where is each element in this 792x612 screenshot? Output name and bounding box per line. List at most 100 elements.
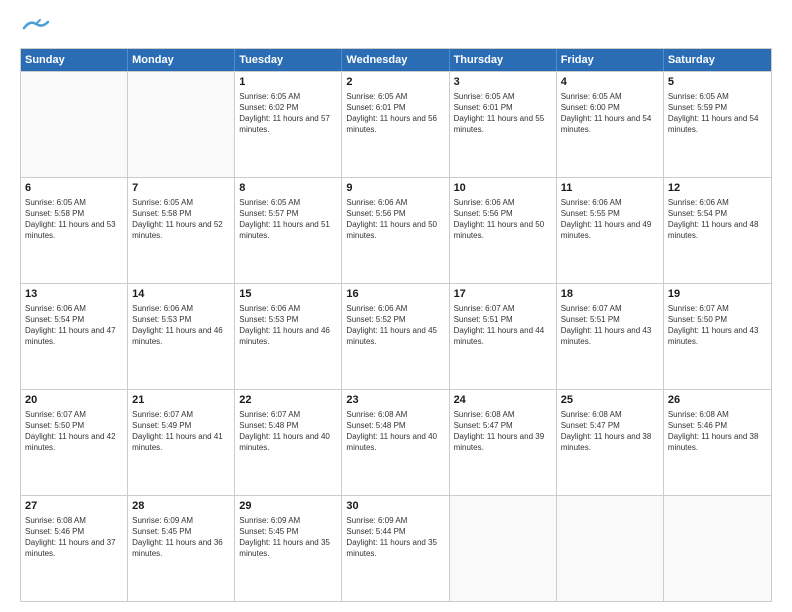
calendar-day-8: 8Sunrise: 6:05 AM Sunset: 5:57 PM Daylig… bbox=[235, 178, 342, 283]
day-info: Sunrise: 6:06 AM Sunset: 5:54 PM Dayligh… bbox=[668, 197, 767, 242]
calendar-day-13: 13Sunrise: 6:06 AM Sunset: 5:54 PM Dayli… bbox=[21, 284, 128, 389]
calendar-day-26: 26Sunrise: 6:08 AM Sunset: 5:46 PM Dayli… bbox=[664, 390, 771, 495]
calendar-day-30: 30Sunrise: 6:09 AM Sunset: 5:44 PM Dayli… bbox=[342, 496, 449, 601]
logo bbox=[20, 18, 50, 36]
day-info: Sunrise: 6:06 AM Sunset: 5:56 PM Dayligh… bbox=[346, 197, 444, 242]
calendar-week-2: 6Sunrise: 6:05 AM Sunset: 5:58 PM Daylig… bbox=[21, 177, 771, 283]
calendar-header-monday: Monday bbox=[128, 49, 235, 71]
day-info: Sunrise: 6:06 AM Sunset: 5:56 PM Dayligh… bbox=[454, 197, 552, 242]
page: SundayMondayTuesdayWednesdayThursdayFrid… bbox=[0, 0, 792, 612]
calendar-day-22: 22Sunrise: 6:07 AM Sunset: 5:48 PM Dayli… bbox=[235, 390, 342, 495]
day-info: Sunrise: 6:06 AM Sunset: 5:52 PM Dayligh… bbox=[346, 303, 444, 348]
calendar-day-23: 23Sunrise: 6:08 AM Sunset: 5:48 PM Dayli… bbox=[342, 390, 449, 495]
day-info: Sunrise: 6:08 AM Sunset: 5:46 PM Dayligh… bbox=[25, 515, 123, 560]
day-number: 14 bbox=[132, 287, 230, 302]
day-info: Sunrise: 6:05 AM Sunset: 6:00 PM Dayligh… bbox=[561, 91, 659, 136]
logo-bird-icon bbox=[22, 18, 50, 36]
day-info: Sunrise: 6:08 AM Sunset: 5:47 PM Dayligh… bbox=[561, 409, 659, 454]
day-number: 4 bbox=[561, 75, 659, 90]
day-info: Sunrise: 6:09 AM Sunset: 5:44 PM Dayligh… bbox=[346, 515, 444, 560]
calendar-week-1: 1Sunrise: 6:05 AM Sunset: 6:02 PM Daylig… bbox=[21, 71, 771, 177]
calendar-day-20: 20Sunrise: 6:07 AM Sunset: 5:50 PM Dayli… bbox=[21, 390, 128, 495]
calendar-day-18: 18Sunrise: 6:07 AM Sunset: 5:51 PM Dayli… bbox=[557, 284, 664, 389]
day-info: Sunrise: 6:05 AM Sunset: 6:01 PM Dayligh… bbox=[454, 91, 552, 136]
calendar-day-16: 16Sunrise: 6:06 AM Sunset: 5:52 PM Dayli… bbox=[342, 284, 449, 389]
day-number: 15 bbox=[239, 287, 337, 302]
day-number: 24 bbox=[454, 393, 552, 408]
day-number: 28 bbox=[132, 499, 230, 514]
calendar-day-empty bbox=[21, 72, 128, 177]
day-info: Sunrise: 6:08 AM Sunset: 5:48 PM Dayligh… bbox=[346, 409, 444, 454]
calendar-day-15: 15Sunrise: 6:06 AM Sunset: 5:53 PM Dayli… bbox=[235, 284, 342, 389]
day-info: Sunrise: 6:06 AM Sunset: 5:53 PM Dayligh… bbox=[132, 303, 230, 348]
calendar-day-1: 1Sunrise: 6:05 AM Sunset: 6:02 PM Daylig… bbox=[235, 72, 342, 177]
calendar-day-empty bbox=[664, 496, 771, 601]
calendar-header-friday: Friday bbox=[557, 49, 664, 71]
day-number: 3 bbox=[454, 75, 552, 90]
calendar-day-17: 17Sunrise: 6:07 AM Sunset: 5:51 PM Dayli… bbox=[450, 284, 557, 389]
calendar-header-tuesday: Tuesday bbox=[235, 49, 342, 71]
calendar-day-27: 27Sunrise: 6:08 AM Sunset: 5:46 PM Dayli… bbox=[21, 496, 128, 601]
calendar-day-2: 2Sunrise: 6:05 AM Sunset: 6:01 PM Daylig… bbox=[342, 72, 449, 177]
day-info: Sunrise: 6:09 AM Sunset: 5:45 PM Dayligh… bbox=[239, 515, 337, 560]
day-info: Sunrise: 6:05 AM Sunset: 6:02 PM Dayligh… bbox=[239, 91, 337, 136]
calendar-day-19: 19Sunrise: 6:07 AM Sunset: 5:50 PM Dayli… bbox=[664, 284, 771, 389]
day-number: 18 bbox=[561, 287, 659, 302]
day-info: Sunrise: 6:07 AM Sunset: 5:51 PM Dayligh… bbox=[561, 303, 659, 348]
day-number: 23 bbox=[346, 393, 444, 408]
day-number: 20 bbox=[25, 393, 123, 408]
calendar-day-12: 12Sunrise: 6:06 AM Sunset: 5:54 PM Dayli… bbox=[664, 178, 771, 283]
day-info: Sunrise: 6:05 AM Sunset: 5:58 PM Dayligh… bbox=[25, 197, 123, 242]
day-info: Sunrise: 6:07 AM Sunset: 5:50 PM Dayligh… bbox=[25, 409, 123, 454]
day-info: Sunrise: 6:07 AM Sunset: 5:51 PM Dayligh… bbox=[454, 303, 552, 348]
day-number: 13 bbox=[25, 287, 123, 302]
calendar-day-11: 11Sunrise: 6:06 AM Sunset: 5:55 PM Dayli… bbox=[557, 178, 664, 283]
day-info: Sunrise: 6:06 AM Sunset: 5:55 PM Dayligh… bbox=[561, 197, 659, 242]
calendar-week-5: 27Sunrise: 6:08 AM Sunset: 5:46 PM Dayli… bbox=[21, 495, 771, 601]
calendar-day-29: 29Sunrise: 6:09 AM Sunset: 5:45 PM Dayli… bbox=[235, 496, 342, 601]
day-number: 7 bbox=[132, 181, 230, 196]
calendar-header-row: SundayMondayTuesdayWednesdayThursdayFrid… bbox=[21, 49, 771, 71]
day-number: 11 bbox=[561, 181, 659, 196]
day-number: 12 bbox=[668, 181, 767, 196]
calendar-body: 1Sunrise: 6:05 AM Sunset: 6:02 PM Daylig… bbox=[21, 71, 771, 601]
day-number: 6 bbox=[25, 181, 123, 196]
calendar-header-sunday: Sunday bbox=[21, 49, 128, 71]
header bbox=[20, 18, 772, 36]
day-number: 29 bbox=[239, 499, 337, 514]
calendar-day-25: 25Sunrise: 6:08 AM Sunset: 5:47 PM Dayli… bbox=[557, 390, 664, 495]
day-number: 27 bbox=[25, 499, 123, 514]
day-info: Sunrise: 6:06 AM Sunset: 5:53 PM Dayligh… bbox=[239, 303, 337, 348]
day-number: 5 bbox=[668, 75, 767, 90]
day-info: Sunrise: 6:08 AM Sunset: 5:47 PM Dayligh… bbox=[454, 409, 552, 454]
calendar-day-empty bbox=[128, 72, 235, 177]
day-number: 19 bbox=[668, 287, 767, 302]
day-number: 2 bbox=[346, 75, 444, 90]
day-info: Sunrise: 6:07 AM Sunset: 5:49 PM Dayligh… bbox=[132, 409, 230, 454]
calendar-header-thursday: Thursday bbox=[450, 49, 557, 71]
calendar-day-empty bbox=[557, 496, 664, 601]
day-number: 30 bbox=[346, 499, 444, 514]
day-info: Sunrise: 6:06 AM Sunset: 5:54 PM Dayligh… bbox=[25, 303, 123, 348]
day-info: Sunrise: 6:05 AM Sunset: 6:01 PM Dayligh… bbox=[346, 91, 444, 136]
day-number: 17 bbox=[454, 287, 552, 302]
day-number: 9 bbox=[346, 181, 444, 196]
day-info: Sunrise: 6:09 AM Sunset: 5:45 PM Dayligh… bbox=[132, 515, 230, 560]
calendar-week-4: 20Sunrise: 6:07 AM Sunset: 5:50 PM Dayli… bbox=[21, 389, 771, 495]
calendar-day-4: 4Sunrise: 6:05 AM Sunset: 6:00 PM Daylig… bbox=[557, 72, 664, 177]
day-info: Sunrise: 6:07 AM Sunset: 5:50 PM Dayligh… bbox=[668, 303, 767, 348]
calendar-day-9: 9Sunrise: 6:06 AM Sunset: 5:56 PM Daylig… bbox=[342, 178, 449, 283]
calendar-day-24: 24Sunrise: 6:08 AM Sunset: 5:47 PM Dayli… bbox=[450, 390, 557, 495]
day-number: 8 bbox=[239, 181, 337, 196]
calendar-day-3: 3Sunrise: 6:05 AM Sunset: 6:01 PM Daylig… bbox=[450, 72, 557, 177]
day-number: 10 bbox=[454, 181, 552, 196]
day-number: 26 bbox=[668, 393, 767, 408]
calendar-day-10: 10Sunrise: 6:06 AM Sunset: 5:56 PM Dayli… bbox=[450, 178, 557, 283]
day-info: Sunrise: 6:05 AM Sunset: 5:57 PM Dayligh… bbox=[239, 197, 337, 242]
calendar-day-5: 5Sunrise: 6:05 AM Sunset: 5:59 PM Daylig… bbox=[664, 72, 771, 177]
calendar-week-3: 13Sunrise: 6:06 AM Sunset: 5:54 PM Dayli… bbox=[21, 283, 771, 389]
day-number: 21 bbox=[132, 393, 230, 408]
calendar-day-empty bbox=[450, 496, 557, 601]
calendar-day-21: 21Sunrise: 6:07 AM Sunset: 5:49 PM Dayli… bbox=[128, 390, 235, 495]
calendar-day-6: 6Sunrise: 6:05 AM Sunset: 5:58 PM Daylig… bbox=[21, 178, 128, 283]
